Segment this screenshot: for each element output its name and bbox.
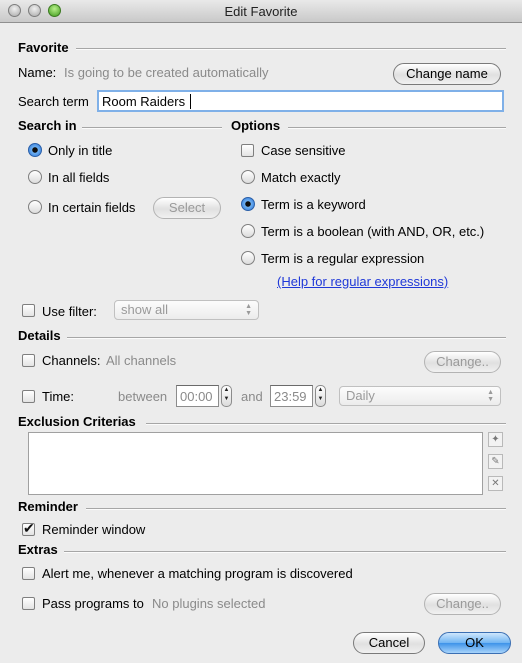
plugins-change-button[interactable]: Change..: [424, 593, 501, 615]
title-bar: Edit Favorite: [0, 0, 522, 23]
details-heading: Details: [18, 328, 61, 343]
search-term-input[interactable]: Room Raiders: [97, 90, 504, 112]
select-fields-button[interactable]: Select: [153, 197, 221, 219]
from-time-value: 00:00: [180, 389, 213, 404]
in-certain-fields-radio[interactable]: [28, 200, 42, 214]
favorite-divider: [76, 48, 506, 50]
term-regex-label: Term is a regular expression: [261, 251, 425, 266]
name-label: Name:: [18, 65, 57, 80]
exclusion-divider: [146, 423, 506, 425]
frequency-popup[interactable]: Daily ▲ ▼: [339, 386, 501, 406]
exclusion-heading: Exclusion Criterias: [18, 414, 136, 429]
extras-divider: [64, 551, 506, 553]
term-keyword-label: Term is a keyword: [261, 197, 366, 212]
in-all-fields-label: In all fields: [48, 170, 110, 185]
use-filter-label: Use filter:: [42, 304, 97, 319]
channels-change-button[interactable]: Change..: [424, 351, 501, 373]
regex-help-link[interactable]: (Help for regular expressions): [277, 274, 448, 289]
search-term-label: Search term: [18, 94, 89, 109]
time-label: Time:: [42, 389, 75, 404]
plugins-value: No plugins selected: [152, 596, 266, 611]
add-exclusion-icon[interactable]: ✦: [488, 432, 503, 447]
extras-heading: Extras: [18, 542, 58, 557]
favorite-heading: Favorite: [18, 40, 69, 55]
channels-label: Channels:: [42, 353, 101, 368]
from-time-stepper[interactable]: ▲ ▼: [221, 385, 232, 407]
search-term-value: Room Raiders: [102, 94, 186, 109]
channels-checkbox[interactable]: [22, 354, 35, 367]
filter-popup-value: show all: [121, 302, 168, 317]
delete-exclusion-icon[interactable]: ✕: [488, 476, 503, 491]
popup-arrows-icon: ▲ ▼: [245, 303, 252, 317]
in-certain-fields-label: In certain fields: [48, 200, 136, 215]
name-value: Is going to be created automatically: [64, 65, 269, 80]
popup-arrows-icon: ▲ ▼: [487, 389, 494, 403]
text-cursor: [190, 94, 191, 109]
only-in-title-label: Only in title: [48, 143, 113, 158]
reminder-window-label: Reminder window: [42, 522, 146, 537]
term-regex-radio[interactable]: [241, 251, 255, 265]
details-divider: [67, 337, 506, 339]
pass-programs-label: Pass programs to: [42, 596, 144, 611]
reminder-divider: [86, 508, 506, 510]
alert-checkbox[interactable]: [22, 567, 35, 580]
alert-label: Alert me, whenever a matching program is…: [42, 566, 353, 581]
in-all-fields-radio[interactable]: [28, 170, 42, 184]
match-exactly-label: Match exactly: [261, 170, 341, 185]
edit-favorite-window: Edit Favorite Favorite Name: Is going to…: [0, 0, 522, 663]
term-boolean-label: Term is a boolean (with AND, OR, etc.): [261, 224, 485, 239]
and-label: and: [241, 389, 263, 404]
search-in-divider: [82, 127, 222, 129]
filter-popup[interactable]: show all ▲ ▼: [114, 300, 259, 320]
channels-value: All channels: [106, 353, 177, 368]
change-name-button[interactable]: Change name: [393, 63, 501, 85]
reminder-window-checkbox[interactable]: [22, 520, 35, 537]
to-time-field[interactable]: 23:59: [270, 385, 313, 407]
frequency-value: Daily: [346, 388, 375, 403]
match-exactly-radio[interactable]: [241, 170, 255, 184]
window-title: Edit Favorite: [224, 4, 298, 19]
reminder-heading: Reminder: [18, 499, 78, 514]
to-time-value: 23:59: [274, 389, 307, 404]
between-label: between: [118, 389, 168, 404]
from-time-field[interactable]: 00:00: [176, 385, 219, 407]
case-sensitive-checkbox[interactable]: [241, 144, 254, 157]
use-filter-checkbox[interactable]: [22, 304, 35, 317]
term-keyword-radio[interactable]: [241, 197, 255, 211]
term-boolean-radio[interactable]: [241, 224, 255, 238]
pass-programs-checkbox[interactable]: [22, 597, 35, 610]
case-sensitive-label: Case sensitive: [261, 143, 346, 158]
only-in-title-radio[interactable]: [28, 143, 42, 157]
cancel-button[interactable]: Cancel: [353, 632, 425, 654]
edit-exclusion-icon[interactable]: ✎: [488, 454, 503, 469]
time-checkbox[interactable]: [22, 390, 35, 403]
options-divider: [288, 127, 506, 129]
search-in-heading: Search in: [18, 118, 77, 133]
to-time-stepper[interactable]: ▲ ▼: [315, 385, 326, 407]
options-heading: Options: [231, 118, 281, 133]
ok-button[interactable]: OK: [438, 632, 511, 654]
exclusion-list[interactable]: [28, 432, 483, 495]
